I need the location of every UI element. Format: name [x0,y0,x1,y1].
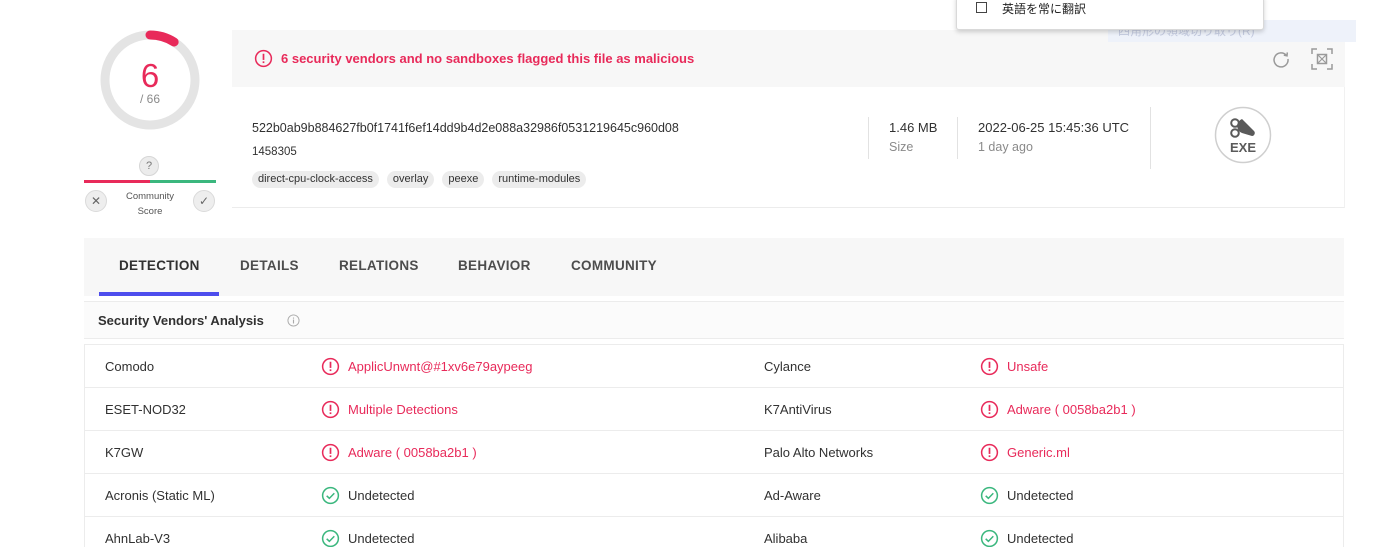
file-sha256[interactable]: 522b0ab9b884627fb0f1741f6ef14dd9b4d2e088… [252,121,679,135]
table-row: Comodo ApplicUnwnt@#1xv6e79aypeeg Cylanc… [85,345,1343,388]
always-translate-label[interactable]: 英語を常に翻訳 [1002,0,1086,17]
malicious-icon [980,443,999,462]
analysis-date: 2022-06-25 15:45:36 UTC [978,120,1130,135]
similar-files-icon[interactable] [1310,47,1334,71]
table-row: K7GW Adware ( 0058ba2b1 ) Palo Alto Netw… [85,431,1343,474]
file-type-label: EXE [1230,140,1256,155]
vendor-name: Ad-Aware [764,488,821,503]
detection-result: Undetected [348,488,415,503]
table-row: Acronis (Static ML) Undetected Ad-Aware … [85,474,1343,517]
vendor-name: ESET-NOD32 [105,402,186,417]
file-tag[interactable]: peexe [442,171,485,188]
file-tag[interactable]: direct-cpu-clock-access [252,171,379,188]
detection-result: Multiple Detections [348,402,458,417]
translate-menu: 英語を常に翻訳 [956,0,1264,30]
undetected-check-icon [980,486,999,505]
community-score-bar [84,180,216,183]
tab-detection[interactable]: DETECTION [119,258,200,273]
file-size-value: 1.46 MB [889,120,938,135]
file-tags: direct-cpu-clock-access overlay peexe ru… [252,171,587,188]
vendor-name: AhnLab-V3 [105,531,171,546]
divider [957,117,958,159]
file-name: 1458305 [252,146,297,158]
malicious-icon [321,357,340,376]
divider [868,117,869,159]
divider [1150,107,1151,169]
exe-filetype-icon: EXE [1214,106,1272,164]
table-row: AhnLab-V3 Undetected Alibaba Undetected [85,517,1343,547]
detection-result: Undetected [1007,531,1074,546]
file-size-label: Size [889,140,914,154]
vendor-name: Alibaba [764,531,808,546]
detection-result: ApplicUnwnt@#1xv6e79aypeeg [348,359,533,374]
detection-score-gauge: 6 / 66 [99,29,201,131]
tab-relations[interactable]: RELATIONS [339,258,419,273]
malicious-icon [321,400,340,419]
vote-harmful-button[interactable]: ✕ [85,190,107,212]
table-row: ESET-NOD32 Multiple Detections K7AntiVir… [85,388,1343,431]
detection-result: Adware ( 0058ba2b1 ) [1007,402,1136,417]
undetected-check-icon [321,529,340,547]
vendor-name: Cylance [764,359,811,374]
detection-score: 6 [140,57,160,94]
vendor-name: Acronis (Static ML) [105,488,215,503]
analysis-date-relative: 1 day ago [978,140,1033,154]
malicious-icon [980,357,999,376]
alert-exclamation-icon [254,49,273,68]
community-help-icon[interactable]: ? [139,156,159,176]
active-tab-indicator [99,292,219,296]
file-info-card: 522b0ab9b884627fb0f1741f6ef14dd9b4d2e088… [232,87,1345,208]
detections-table: Comodo ApplicUnwnt@#1xv6e79aypeeg Cylanc… [84,344,1344,547]
report-tabs: DETECTION DETAILS RELATIONS BEHAVIOR COM… [84,238,1344,296]
tab-details[interactable]: DETAILS [240,258,299,273]
vendor-name: K7AntiVirus [764,402,832,417]
section-title: Security Vendors' Analysis [98,313,264,328]
vendor-name: K7GW [105,445,144,460]
detection-result: Generic.ml [1007,445,1070,460]
detection-result: Unsafe [1007,359,1049,374]
detection-total: / 66 [139,92,160,106]
tab-community[interactable]: COMMUNITY [571,258,657,273]
file-tag[interactable]: runtime-modules [492,171,587,188]
alert-message: 6 security vendors and no sandboxes flag… [281,51,695,66]
undetected-check-icon [980,529,999,547]
file-tag[interactable]: overlay [386,171,435,188]
malicious-icon [321,443,340,462]
info-icon[interactable] [287,314,300,327]
detection-result: Adware ( 0058ba2b1 ) [348,445,477,460]
undetected-check-icon [321,486,340,505]
tab-behavior[interactable]: BEHAVIOR [458,258,531,273]
always-translate-checkbox[interactable] [976,2,987,13]
vendor-name: Comodo [105,359,155,374]
reanalyze-icon[interactable] [1271,49,1291,69]
detection-result: Undetected [1007,488,1074,503]
community-score-label: Community Score [125,191,175,217]
detection-result: Undetected [348,531,415,546]
vendor-name: Palo Alto Networks [764,445,874,460]
vote-harmless-button[interactable]: ✓ [193,190,215,212]
malicious-icon [980,400,999,419]
section-header: Security Vendors' Analysis [84,301,1344,339]
